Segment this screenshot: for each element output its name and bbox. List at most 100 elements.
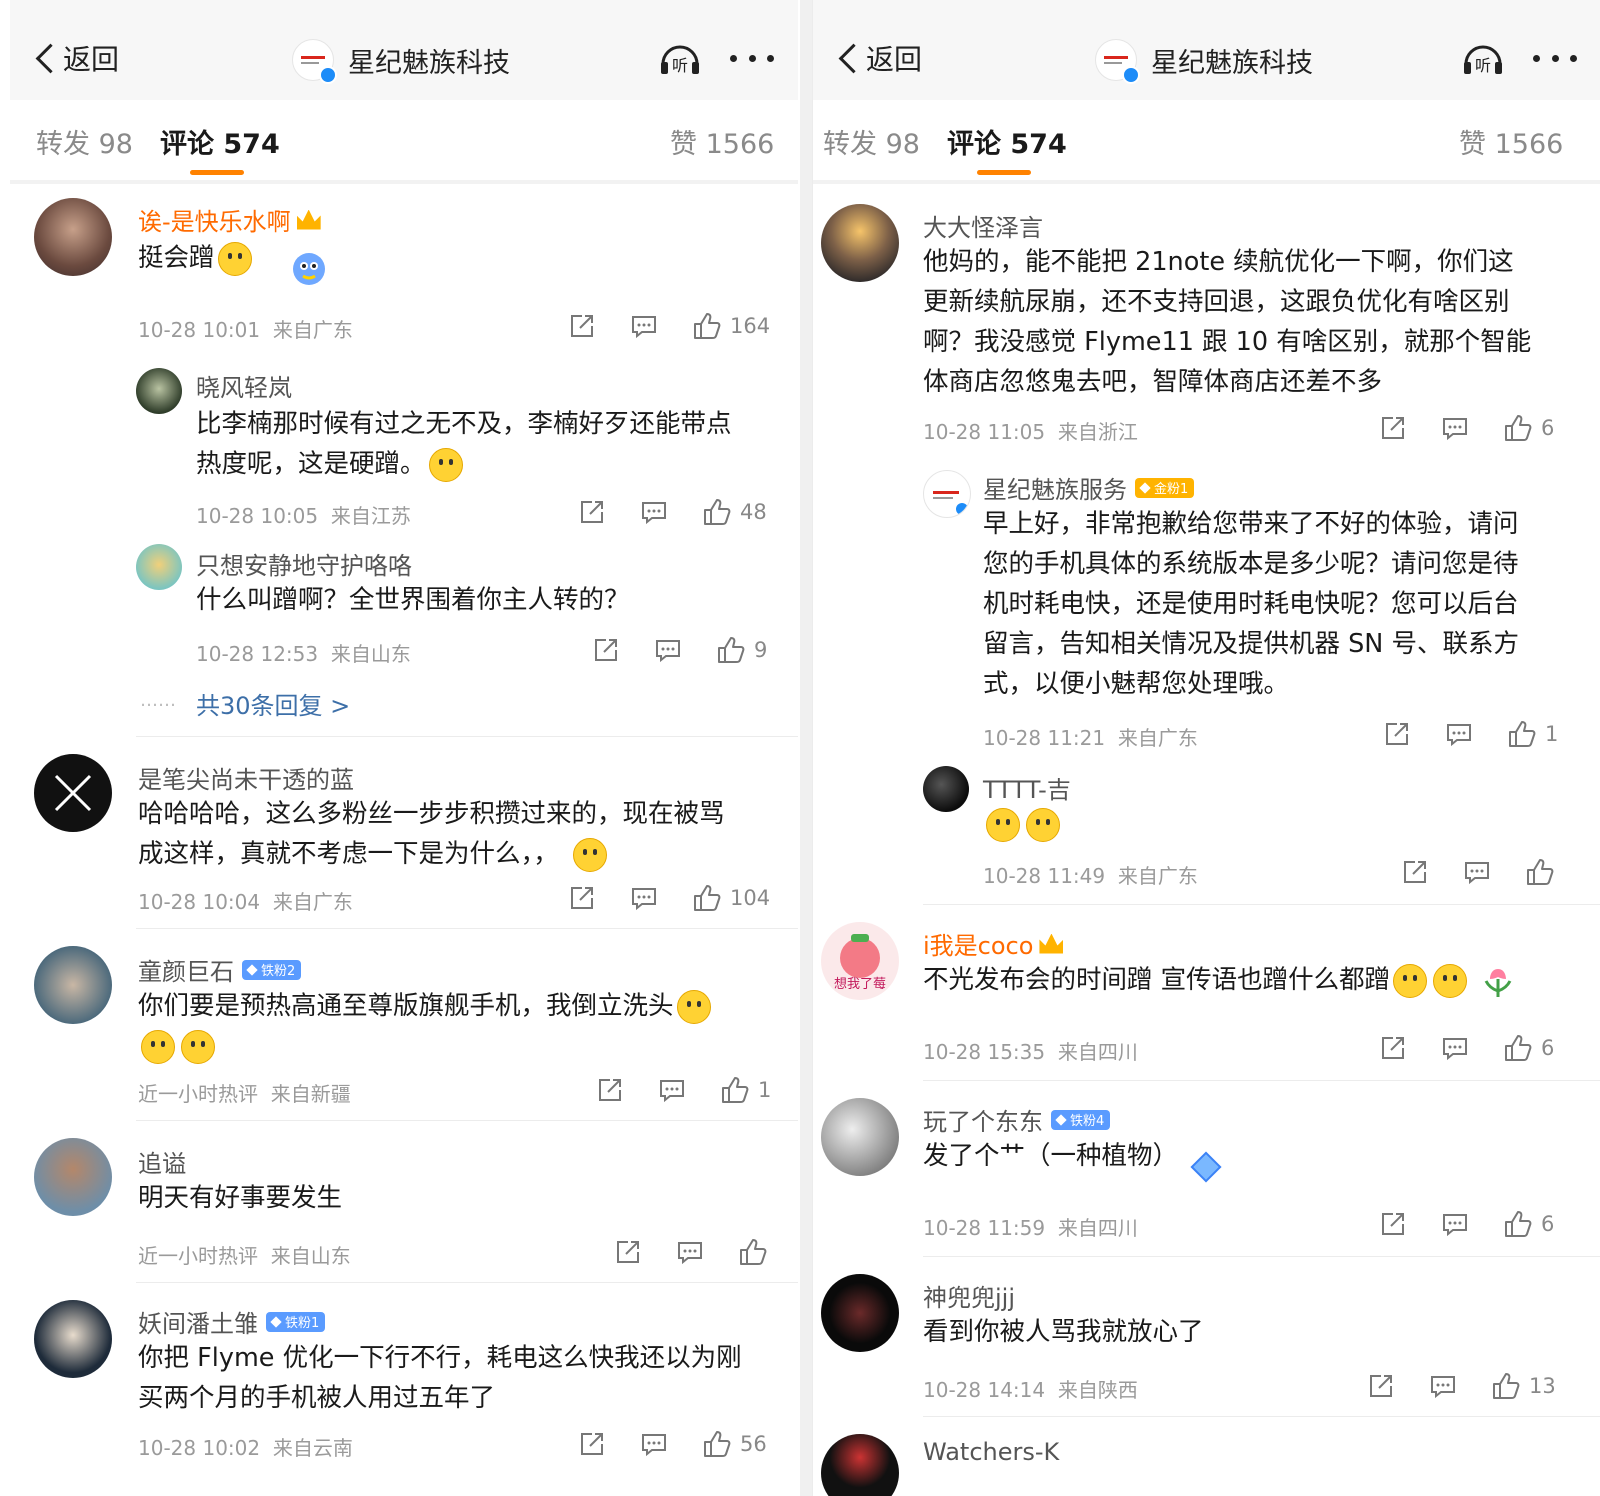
avatar[interactable] [34, 754, 112, 832]
avatar[interactable]: 想我了莓 [821, 922, 899, 1000]
avatar[interactable] [34, 1300, 112, 1378]
username[interactable]: 玩了个东东 铁粉4 [923, 1102, 1111, 1137]
comment-meta: 近一小时热评 来自新疆 [138, 1078, 351, 1107]
reply-button[interactable] [630, 884, 658, 912]
comment-icon [1443, 1214, 1467, 1237]
smile-emoji-icon [181, 1030, 215, 1064]
reply-button[interactable] [1463, 858, 1491, 886]
like-button[interactable]: 104 [692, 883, 770, 913]
reply-button[interactable] [630, 312, 658, 340]
comment-actions: 6 [1379, 1032, 1554, 1064]
like-count: 9 [754, 638, 768, 662]
comment-actions: 6 [1379, 1208, 1554, 1240]
listen-icon[interactable]: 听 [658, 40, 702, 76]
username[interactable]: Watchers-K [923, 1438, 1059, 1466]
reply-button[interactable] [640, 1430, 668, 1458]
username[interactable]: 是笔尖尚未干透的蓝 [138, 760, 354, 795]
avatar[interactable] [923, 766, 969, 812]
username[interactable]: 童颜巨石 铁粉2 [138, 952, 302, 987]
comment-time: 近一小时热评 [138, 1244, 258, 1268]
listen-label: 听 [672, 56, 688, 75]
like-button[interactable]: 6 [1503, 1209, 1554, 1239]
username[interactable]: TTTT-吉 [983, 770, 1071, 805]
share-button[interactable] [578, 1430, 606, 1458]
like-count: 164 [730, 314, 771, 338]
share-button[interactable] [1367, 1372, 1395, 1400]
reply-button[interactable] [1445, 720, 1473, 748]
username[interactable]: 诶-是快乐水啊 [138, 202, 321, 237]
share-button[interactable] [614, 1238, 642, 1266]
like-button[interactable]: 9 [716, 635, 767, 665]
more-icon[interactable] [1533, 44, 1577, 72]
like-button[interactable]: 56 [702, 1429, 767, 1459]
username[interactable]: 神兜兜jjj [923, 1278, 1015, 1313]
share-button[interactable] [1383, 720, 1411, 748]
avatar[interactable] [34, 198, 112, 276]
tab-repost[interactable]: 转发 98 [823, 122, 920, 161]
reply-button[interactable] [1429, 1372, 1457, 1400]
reply-button[interactable] [658, 1076, 686, 1104]
back-button[interactable]: 返回 [32, 38, 119, 78]
username[interactable]: i我是coco [923, 926, 1064, 961]
reply-button[interactable] [676, 1238, 704, 1266]
verified-icon [1122, 66, 1140, 84]
listen-icon[interactable]: 听 [1461, 40, 1505, 76]
tab-like[interactable]: 赞 1566 [670, 122, 774, 161]
more-replies-link[interactable]: 共30条回复 > [196, 686, 350, 721]
reply-button[interactable] [1441, 414, 1469, 442]
like-button[interactable]: 164 [692, 311, 770, 341]
comment-icon [1443, 1038, 1467, 1061]
reply-button[interactable] [1441, 1210, 1469, 1238]
avatar[interactable] [136, 368, 182, 414]
reply-button[interactable] [654, 636, 682, 664]
like-button[interactable]: 13 [1491, 1371, 1556, 1401]
share-button[interactable] [1401, 858, 1429, 886]
tab-like[interactable]: 赞 1566 [1459, 122, 1563, 161]
thumbs-up-icon [704, 499, 731, 525]
share-button[interactable] [1379, 1210, 1407, 1238]
avatar[interactable] [34, 1138, 112, 1216]
username[interactable]: 大大怪泽言 [923, 208, 1043, 243]
username[interactable]: 追谥 [138, 1144, 186, 1179]
avatar[interactable] [821, 1098, 899, 1176]
like-button[interactable]: 6 [1503, 1033, 1554, 1063]
username[interactable]: 只想安静地守护咯咯 [196, 546, 412, 581]
account-header[interactable]: 星纪魅族科技 [292, 38, 510, 84]
like-button[interactable]: 48 [702, 497, 767, 527]
reply-button[interactable] [640, 498, 668, 526]
comment-icon [1431, 1376, 1455, 1399]
like-button[interactable]: 1 [720, 1075, 771, 1105]
more-icon[interactable] [730, 44, 774, 72]
username[interactable]: 星纪魅族服务 金粉1 [983, 470, 1195, 505]
account-header[interactable]: 星纪魅族科技 [1095, 38, 1313, 84]
avatar[interactable] [821, 1274, 899, 1352]
tab-repost[interactable]: 转发 98 [36, 122, 133, 161]
share-button[interactable] [1379, 414, 1407, 442]
share-button[interactable] [596, 1076, 624, 1104]
tab-comment[interactable]: 评论 574 [947, 122, 1067, 161]
like-count: 48 [740, 500, 767, 524]
reply-button[interactable] [1441, 1034, 1469, 1062]
like-button[interactable] [738, 1237, 776, 1267]
tab-comment[interactable]: 评论 574 [160, 122, 280, 161]
share-button[interactable] [568, 312, 596, 340]
tulip-sticker-icon [1478, 961, 1518, 1001]
username[interactable]: 妖间潘土雏 铁粉1 [138, 1304, 326, 1339]
avatar[interactable] [821, 1434, 899, 1496]
comment-time: 10-28 10:02 [138, 1436, 261, 1460]
back-button[interactable]: 返回 [835, 38, 922, 78]
share-button[interactable] [1379, 1034, 1407, 1062]
share-button[interactable] [592, 636, 620, 664]
tab-bar: 转发 98 评论 574 赞 1566 [10, 100, 798, 184]
avatar[interactable] [821, 204, 899, 282]
share-button[interactable] [568, 884, 596, 912]
smile-emoji-icon [676, 990, 711, 1024]
username[interactable]: 晓风轻岚 [196, 368, 292, 403]
avatar[interactable] [923, 470, 971, 518]
like-button[interactable]: 6 [1503, 413, 1554, 443]
avatar[interactable] [34, 946, 112, 1024]
like-button[interactable] [1525, 857, 1563, 887]
share-button[interactable] [578, 498, 606, 526]
like-button[interactable]: 1 [1507, 719, 1558, 749]
avatar[interactable] [136, 544, 182, 590]
